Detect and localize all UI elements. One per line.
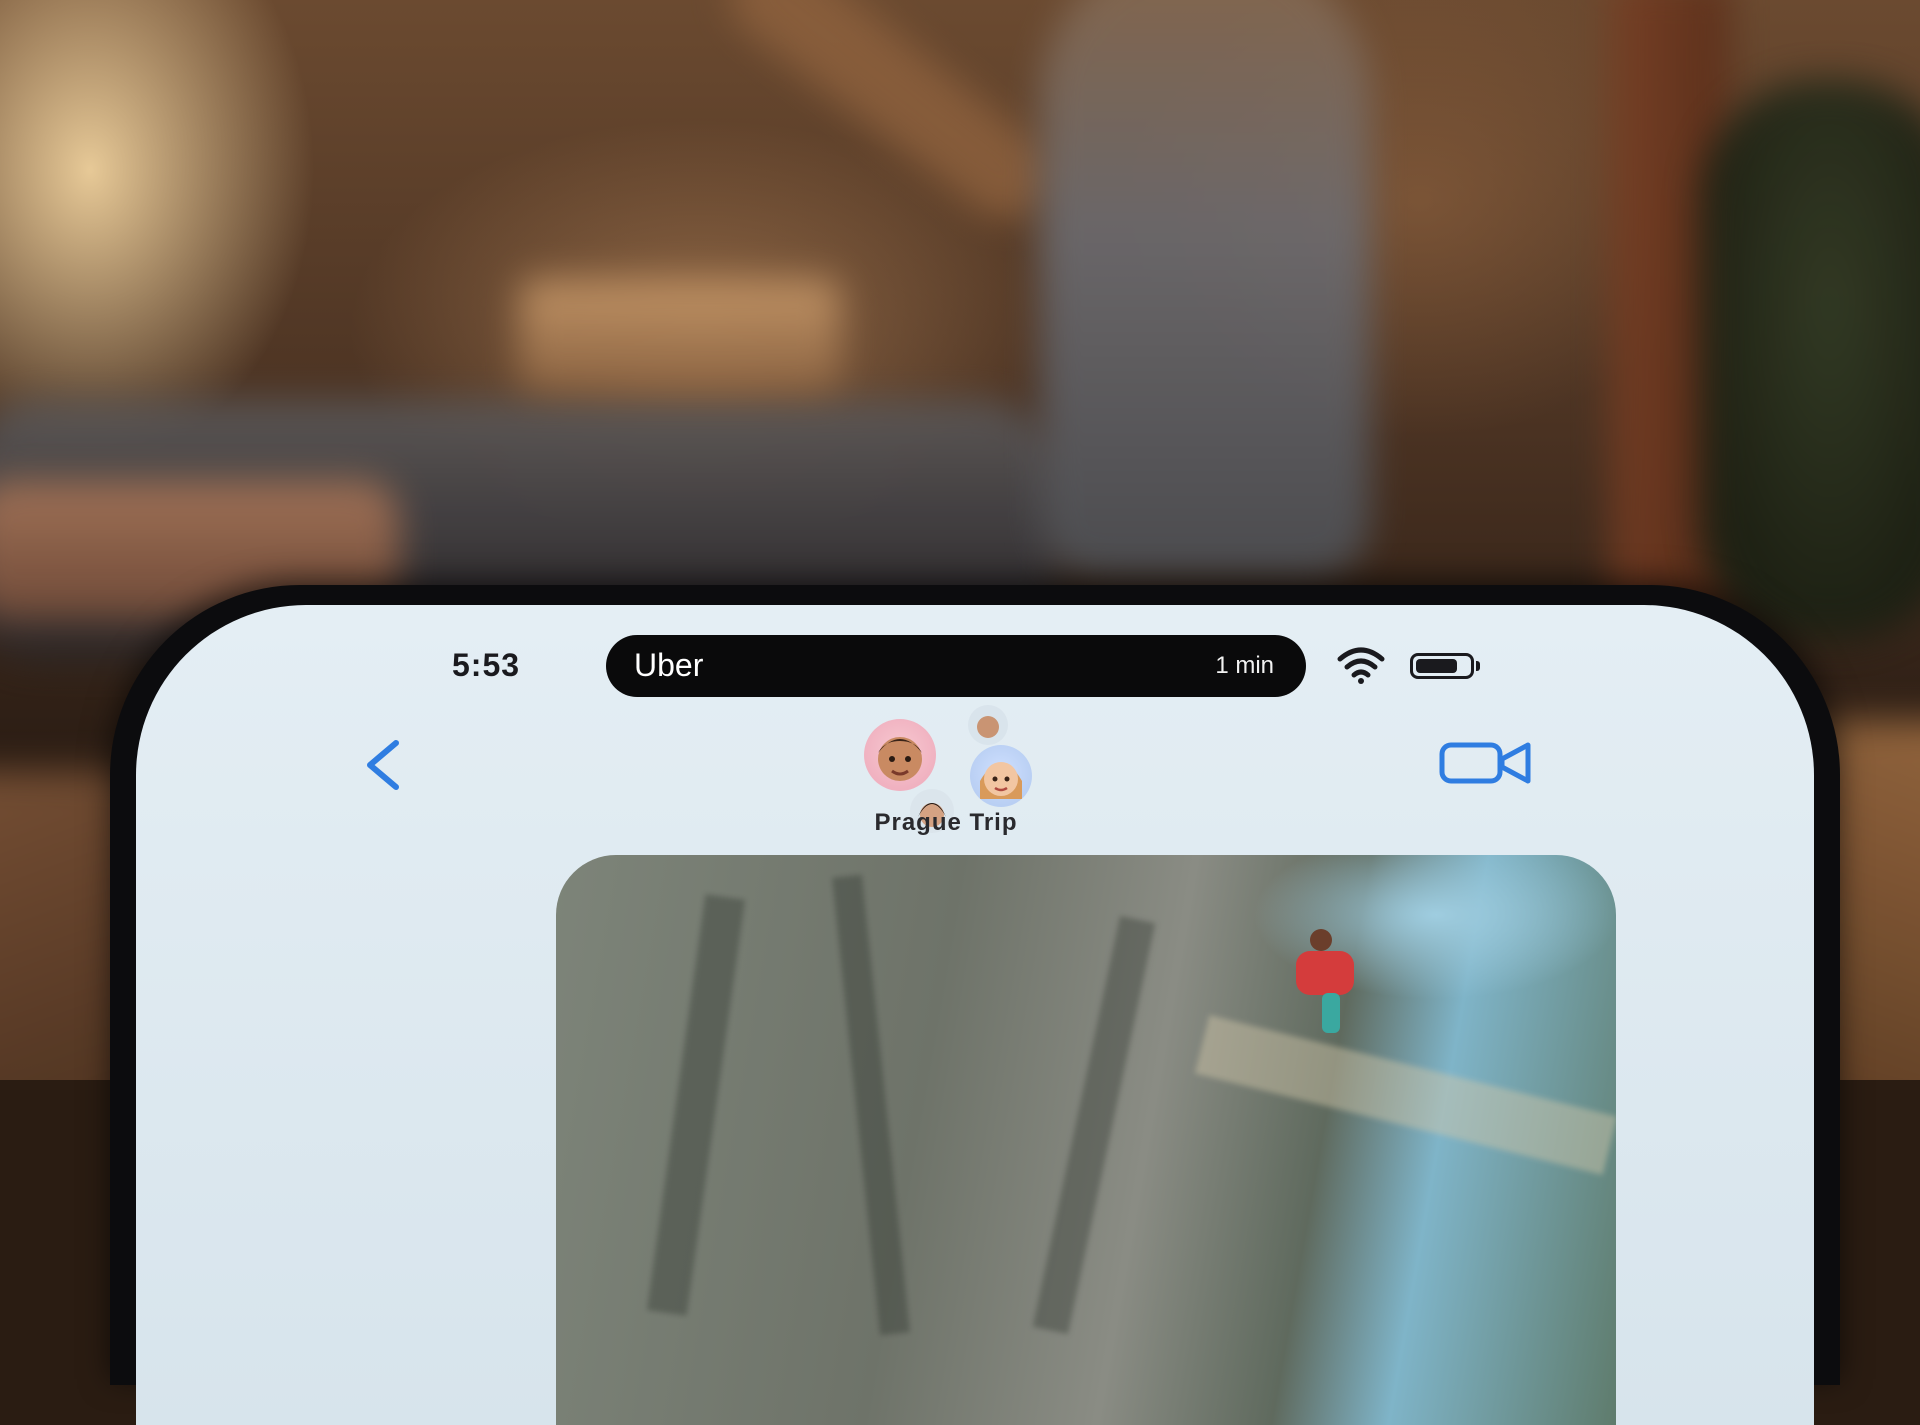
- climber-legs: [1322, 993, 1340, 1033]
- background-box: [520, 280, 840, 390]
- photo-rock-detail: [646, 894, 746, 1316]
- status-time: 5:53: [452, 647, 521, 683]
- battery-level-fill: [1416, 659, 1457, 673]
- climber-red-jacket: [1296, 951, 1354, 995]
- battery-icon: [1410, 653, 1474, 679]
- background-arm: [712, 0, 1068, 238]
- photo-rock-detail: [1032, 915, 1156, 1335]
- memoji-woman-avatar: [970, 745, 1032, 807]
- memoji-small-avatar: [968, 705, 1008, 745]
- photo-rock-detail: [832, 874, 910, 1336]
- background-person: [1040, 0, 1370, 580]
- video-camera-icon[interactable]: [1436, 733, 1536, 793]
- photo-message[interactable]: [556, 855, 1616, 1425]
- phone-screen: 5:53 Uber 1 min Prague Trip: [136, 605, 1814, 1425]
- memoji-man-avatar: [864, 719, 936, 791]
- climber-head: [1310, 929, 1332, 951]
- conversation-title[interactable]: Prague Trip: [766, 809, 1126, 837]
- photo-ledge: [1194, 1015, 1616, 1175]
- live-activity-app-name: Uber: [634, 647, 704, 683]
- background-plant: [1700, 80, 1920, 640]
- chevron-left-icon[interactable]: [356, 735, 416, 795]
- dynamic-island-live-activity[interactable]: Uber 1 min: [606, 635, 1306, 697]
- battery-tip: [1476, 661, 1480, 671]
- live-activity-eta: 1 min: [1215, 652, 1274, 679]
- wifi-icon: [1337, 647, 1385, 684]
- phone-device: 5:53 Uber 1 min Prague Trip: [110, 585, 1840, 1425]
